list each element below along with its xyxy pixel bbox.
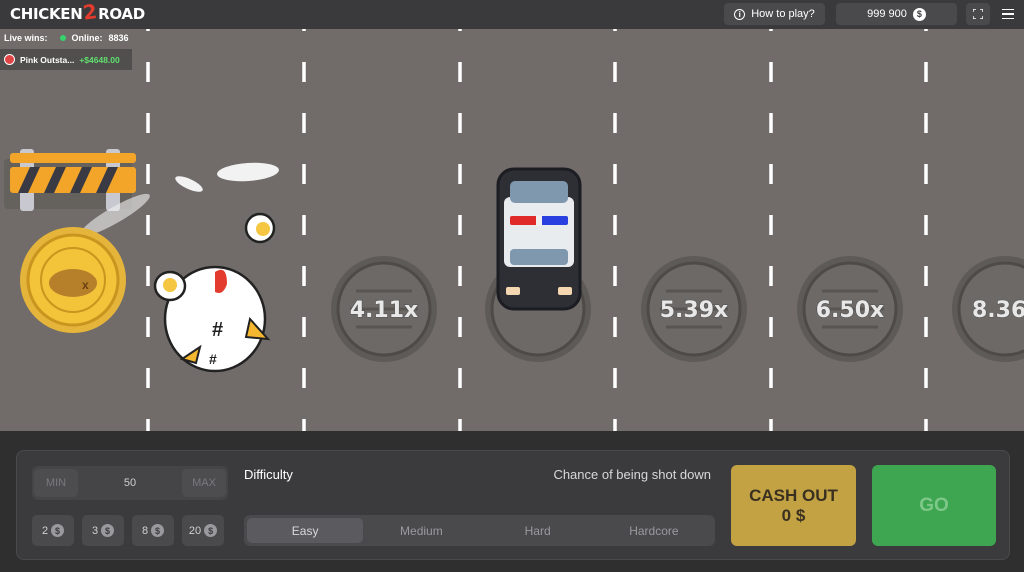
- bet-amount-box: MIN 50 MAX: [32, 466, 228, 500]
- road-scene: x # # 4.11x 5.39x 6.50x 8.36: [4, 29, 1024, 431]
- multiplier-label-1: 4.11x: [350, 298, 418, 323]
- control-panel: MIN 50 MAX 2 $ 3 $ 8 $ 20 $ Difficulty Chanc…: [16, 450, 1010, 560]
- info-icon: i: [734, 8, 746, 20]
- logo-text-chicken: CHICKEN: [10, 5, 83, 23]
- game-app: CHICKEN 2 ROAD i How to play? 999 900 $ Li…: [0, 0, 1024, 572]
- how-to-play-label: How to play?: [751, 8, 815, 20]
- chip-button-3[interactable]: 3 $: [82, 515, 124, 546]
- online-count: 8836: [108, 33, 129, 43]
- dollar-coin-icon: $: [204, 524, 218, 537]
- online-label: Online:: [71, 33, 103, 43]
- balance-value: 999 900: [867, 8, 907, 20]
- chip-value: 20: [188, 524, 202, 537]
- multiplier-label-2: 5.39x: [660, 298, 728, 323]
- max-bet-button[interactable]: MAX: [182, 469, 226, 497]
- live-win-item: Pink Outsta... +$4648.00: [0, 49, 132, 70]
- fullscreen-button[interactable]: [966, 3, 990, 25]
- win-username: Pink Outsta...: [20, 54, 75, 65]
- online-dot-icon: [59, 35, 66, 41]
- min-bet-button[interactable]: MIN: [34, 469, 78, 497]
- go-button[interactable]: GO: [872, 465, 996, 546]
- cash-out-label: CASH OUT: [749, 485, 838, 505]
- chip-value: 8: [141, 524, 149, 537]
- chance-label: Chance of being shot down: [553, 467, 711, 482]
- difficulty-tab-hardcore[interactable]: Hardcore: [596, 518, 712, 543]
- currency-icon: $: [912, 7, 926, 21]
- multiplier-label-4: 8.36: [972, 298, 1024, 323]
- chip-button-20[interactable]: 20 $: [182, 515, 224, 546]
- svg-text:#: #: [209, 351, 217, 367]
- logo-text-road: ROAD: [98, 5, 145, 23]
- difficulty-tab-medium[interactable]: Medium: [363, 518, 479, 543]
- difficulty-tab-hard[interactable]: Hard: [480, 518, 596, 543]
- difficulty-selector: Easy Medium Hard Hardcore: [244, 515, 715, 546]
- svg-text:x: x: [82, 278, 89, 292]
- balance-display: 999 900 $: [836, 3, 957, 25]
- bet-amount-input[interactable]: 50: [124, 477, 136, 489]
- dollar-coin-icon: $: [51, 524, 65, 537]
- chip-button-2[interactable]: 2 $: [32, 515, 74, 546]
- logo-text-two: 2: [81, 0, 99, 25]
- chip-value: 2: [41, 524, 49, 537]
- menu-button[interactable]: [998, 5, 1018, 23]
- cash-out-amount: 0 $: [781, 505, 806, 525]
- win-amount: +$4648.00: [79, 54, 120, 65]
- top-bar: CHICKEN 2 ROAD i How to play? 999 900 $: [0, 0, 1024, 29]
- hamburger-icon: [1002, 8, 1014, 11]
- barrier-icon: [4, 149, 136, 211]
- how-to-play-button[interactable]: i How to play?: [724, 3, 825, 25]
- coin-manhole-icon: x: [20, 227, 126, 333]
- live-wins-bar: Live wins: Online: 8836: [4, 33, 129, 43]
- avatar: [4, 54, 15, 65]
- quick-bet-chips: 2 $ 3 $ 8 $ 20 $: [32, 515, 228, 546]
- difficulty-label: Difficulty: [244, 467, 293, 482]
- live-wins-label: Live wins:: [4, 33, 48, 43]
- game-road: Live wins: Online: 8836 Pink Outsta... +…: [0, 29, 1024, 431]
- chip-value: 3: [91, 524, 99, 537]
- dollar-coin-icon: $: [151, 524, 165, 537]
- svg-text:#: #: [212, 319, 223, 341]
- fullscreen-icon: [973, 9, 983, 19]
- dollar-coin-icon: $: [101, 524, 115, 537]
- multiplier-label-3: 6.50x: [816, 298, 884, 323]
- cash-out-button[interactable]: CASH OUT 0 $: [731, 465, 856, 546]
- police-car-icon: [496, 167, 582, 311]
- go-label: GO: [919, 494, 949, 516]
- game-logo: CHICKEN 2 ROAD: [10, 0, 145, 25]
- difficulty-tab-easy[interactable]: Easy: [247, 518, 364, 543]
- chip-button-8[interactable]: 8 $: [132, 515, 174, 546]
- chicken-icon: # #: [153, 212, 276, 373]
